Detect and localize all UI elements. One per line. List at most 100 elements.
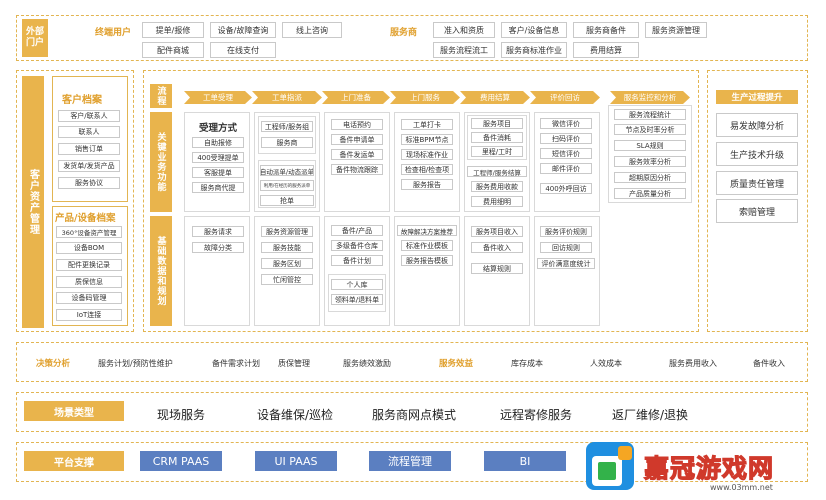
col7-item: 节点及时率分析: [614, 124, 686, 135]
col1-base-item: 服务请求: [192, 226, 244, 237]
customer-item: 联系人: [58, 126, 120, 138]
col2-base-item: 服务资源管理: [261, 226, 313, 237]
base-data-text: 基础数据和规划: [155, 236, 166, 306]
col3-item: 电话预约: [331, 119, 383, 130]
stage-arrow: 工单受理: [184, 91, 252, 104]
customer-archive-title: 客户档案: [62, 95, 102, 106]
col6-base-item: 评价满意度统计: [537, 258, 595, 269]
watermark-url: www.03mm.net: [710, 483, 773, 492]
production-item: 质量责任管理: [716, 171, 798, 195]
stage-arrow: 评价回访: [530, 91, 600, 104]
provider-label: 服务商: [390, 28, 418, 38]
watermark-logo-icon: [580, 438, 640, 496]
col6-base-item: 服务评价规则: [540, 226, 592, 237]
external-portal-label: 外部门户: [22, 19, 48, 57]
customer-asset-label: 客户资产管理: [22, 76, 44, 328]
col1-item: 自助报修: [192, 137, 244, 148]
customer-item: 客户/联系人: [58, 110, 120, 122]
col2-item: 自动派单/动态派单: [260, 165, 314, 176]
platform-item: BI: [484, 451, 566, 471]
col4-base-item: 故障解决方案推荐: [397, 225, 457, 236]
decision-item: 备件需求计划: [212, 359, 260, 368]
col6-item: 400外呼回访: [540, 183, 592, 194]
production-item: 生产技术升级: [716, 142, 798, 166]
col4-item: 标准BPM节点: [401, 134, 453, 145]
scene-item: 返厂维修/退换: [612, 408, 689, 422]
customer-asset-text: 客户资产管理: [27, 169, 39, 235]
col7-item: 服务流程统计: [614, 109, 686, 120]
base-data-label: 基础数据和规划: [150, 216, 172, 326]
col3-base-item: 领料单/退料单: [331, 294, 383, 305]
scene-item: 现场服务: [157, 408, 206, 422]
col4-item: 检查相/检查项: [401, 164, 453, 175]
benefit-item: 库存成本: [511, 359, 543, 368]
col5-item: 费用细明: [471, 196, 523, 207]
device-archive-title: 产品/设备档案: [55, 213, 116, 224]
watermark-brand: 嘉冠游戏网: [643, 453, 775, 483]
col5-base-item: 结算规则: [471, 263, 523, 274]
terminal-item: 线上咨询: [282, 22, 342, 38]
col5-item: 备件消耗: [471, 132, 523, 143]
col2-item: 工程师/服务组: [261, 121, 313, 132]
col6-item: 微信评价: [540, 118, 592, 129]
col3-base-item: 备件计划: [331, 255, 383, 266]
provider-item: 服务资源管理: [645, 22, 707, 38]
device-item: 设备码管理: [56, 292, 122, 304]
col7-item: 产品质量分析: [614, 188, 686, 199]
production-item: 索赔管理: [716, 199, 798, 223]
col5-item: 服务费用收款: [471, 181, 523, 192]
provider-item: 服务商备件: [573, 22, 639, 38]
key-function-label: 关键业务功能: [150, 112, 172, 212]
col5-item: 工程师/服务结算: [467, 166, 527, 177]
col5-base-item: 服务项目收入: [471, 226, 523, 237]
col4-base-item: 标准作业模板: [401, 240, 453, 251]
col7-item: 超期原因分析: [614, 172, 686, 183]
stage-arrow: 工单指派: [252, 91, 322, 104]
device-item: 360°设备资产管理: [56, 226, 122, 238]
col1-item: 400受理提单: [192, 152, 244, 163]
provider-item: 服务流程流工: [433, 42, 495, 58]
col1-item: 服务商代提: [192, 182, 244, 193]
col1-base-item: 故障分类: [192, 242, 244, 253]
stage-arrow: 服务监控和分析: [610, 91, 690, 104]
external-portal-text: 外部门户: [25, 27, 44, 48]
key-function-text: 关键业务功能: [155, 132, 166, 192]
col5-item: 服务项目: [471, 118, 523, 129]
terminal-item: 提单/报修: [142, 22, 204, 38]
provider-item: 准入和资质: [433, 22, 495, 38]
terminal-item: 在线支付: [210, 42, 276, 58]
decision-item: 服务计划/预防性维护: [98, 359, 173, 368]
stage-arrow: 费用结算: [460, 91, 530, 104]
benefit-item: 服务费用收入: [669, 359, 717, 368]
col6-item: 短信评价: [540, 148, 592, 159]
col3-item: 备件物流跟踪: [331, 164, 383, 175]
terminal-item: 设备/故障查询: [210, 22, 276, 38]
platform-label: 平台支撑: [24, 451, 124, 471]
production-item: 易发故障分析: [716, 113, 798, 137]
col6-item: 扫码评价: [540, 133, 592, 144]
col1-item: 客服提单: [192, 167, 244, 178]
col3-item: 备件申请单: [331, 134, 383, 145]
benefit-label: 服务效益: [439, 359, 474, 369]
col3-item: 备件发运单: [331, 149, 383, 160]
provider-item: 服务商标准作业: [501, 42, 567, 58]
customer-item: 发货单/发货产品: [58, 160, 120, 172]
stage-arrow: 上门服务: [390, 91, 460, 104]
col2-base-item: 忙闲管控: [261, 274, 313, 285]
provider-item: 客户/设备信息: [501, 22, 567, 38]
production-title: 生产过程提升: [716, 90, 798, 104]
decision-label: 决策分析: [36, 359, 71, 369]
col4-item: 现场标准作业: [401, 149, 453, 160]
col2-item: 抢单: [260, 195, 314, 206]
decision-item: 服务绩效激励: [343, 359, 391, 368]
device-item: IoT连接: [56, 309, 122, 321]
scene-label: 场景类型: [24, 401, 124, 421]
benefit-item: 人效成本: [590, 359, 622, 368]
col6-item: 邮件评价: [540, 163, 592, 174]
col4-item: 服务报告: [401, 179, 453, 190]
scene-item: 服务商网点模式: [372, 408, 457, 422]
col4-base-item: 服务报告模板: [401, 255, 453, 266]
platform-item: CRM PAAS: [140, 451, 222, 471]
provider-item: 费用结算: [573, 42, 639, 58]
device-item: 配件更换记录: [56, 259, 122, 271]
